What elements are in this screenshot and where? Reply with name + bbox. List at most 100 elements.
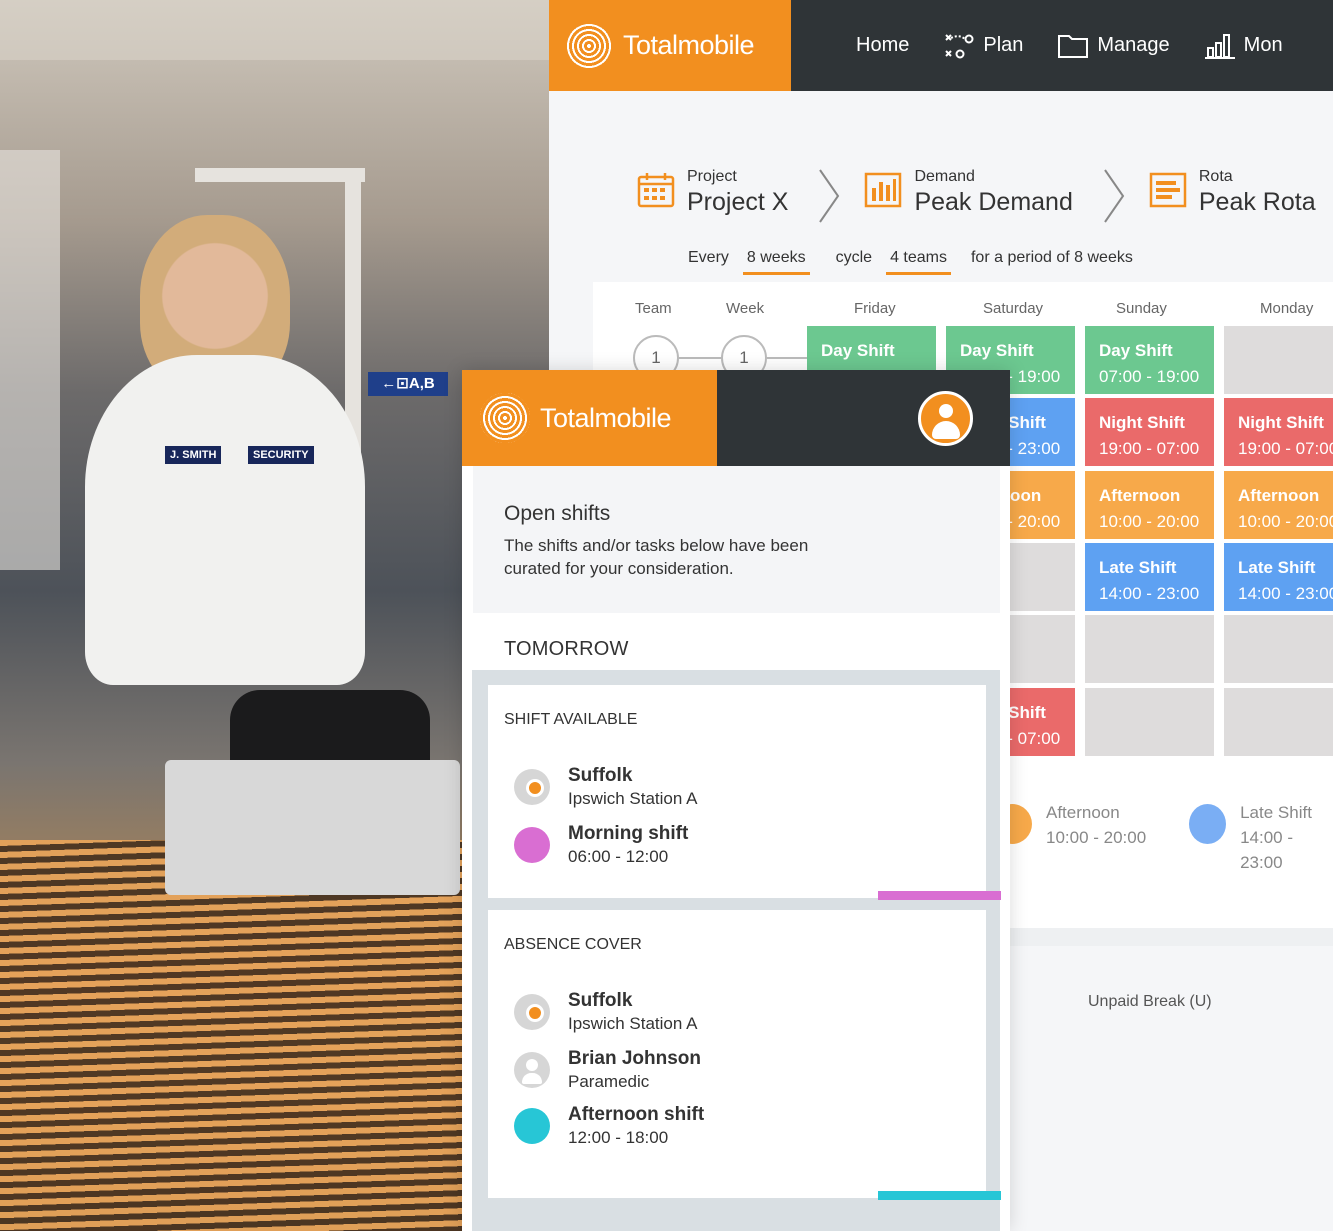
shift-dot-icon: [514, 1108, 550, 1144]
breadcrumb-demand[interactable]: Demand Peak Demand: [864, 168, 1073, 217]
card-color-strip: [878, 891, 1001, 900]
person-role: Paramedic: [568, 1072, 650, 1091]
nav-monitor[interactable]: Mon: [1204, 32, 1283, 60]
shift-time: 06:00 - 12:00: [568, 847, 669, 866]
card-row-shift: Morning shift 06:00 - 12:00: [514, 823, 688, 867]
shift-cell-title: Night Shift: [1238, 413, 1324, 432]
totalmobile-logo-icon: [565, 21, 613, 70]
location-title: Suffolk: [568, 765, 633, 786]
connector-line: [767, 357, 807, 359]
shift-cell-time: 07:00 - 19:00: [1099, 367, 1200, 386]
mobile-logo[interactable]: Totalmobile: [462, 370, 717, 466]
nav-plan-label: Plan: [983, 34, 1024, 56]
shift-cell-time: 19:00 - 07:00: [1238, 439, 1333, 458]
card-row-location: Suffolk Ipswich Station A: [514, 765, 697, 809]
nav-home-label: Home: [856, 34, 910, 56]
plan-icon: [945, 33, 974, 58]
list-icon: [1149, 172, 1187, 208]
shift-time: 12:00 - 18:00: [568, 1128, 669, 1147]
nav-manage[interactable]: Manage: [1057, 32, 1170, 60]
location-pin-icon: [514, 769, 550, 805]
shift-cell[interactable]: Afternoon 10:00 - 20:00: [1085, 471, 1214, 539]
card-row-location: Suffolk Ipswich Station A: [514, 990, 697, 1034]
security-badge: SECURITY: [248, 446, 314, 464]
shift-card-available[interactable]: SHIFT AVAILABLE Suffolk Ipswich Station …: [488, 685, 1001, 900]
chevron-right-icon: [1104, 169, 1125, 223]
shift-cell-time: 19:00 - 07:00: [1099, 439, 1200, 458]
person-name: Brian Johnson: [568, 1048, 702, 1069]
breadcrumb-rota-value: Peak Rota: [1198, 188, 1316, 216]
shift-card-absence-cover[interactable]: ABSENCE COVER Suffolk Ipswich Station A …: [488, 910, 1001, 1200]
nav-manage-label: Manage: [1097, 34, 1170, 56]
breadcrumb-project-value: Project X: [687, 188, 789, 216]
shift-cell[interactable]: Late Shift 14:00 - 23:00: [1224, 543, 1333, 611]
card-heading: ABSENCE COVER: [504, 936, 642, 953]
rota-cycle-settings: Every 8 weeks cycle 4 teams for a period…: [688, 249, 1133, 275]
calendar-icon: [637, 173, 675, 208]
card-row-shift: Afternoon shift 12:00 - 18:00: [514, 1104, 704, 1148]
shift-cell-time: 10:00 - 20:00: [1238, 512, 1333, 531]
shift-cell[interactable]: [1085, 615, 1214, 683]
cycle-label: cycle: [835, 249, 873, 266]
cycle-teams-select[interactable]: 4 teams: [886, 249, 951, 275]
shift-cell-title: Afternoon: [1238, 486, 1320, 505]
legend-late-title: Late Shift: [1240, 803, 1312, 822]
card-row-person: Brian Johnson Paramedic: [514, 1048, 701, 1092]
legend-dot-late-shift: [1189, 804, 1227, 844]
main-nav: Home Plan Manage Mon: [856, 0, 1283, 91]
nav-plan[interactable]: Plan: [943, 32, 1023, 60]
shift-cell[interactable]: Afternoon 10:00 - 20:00: [1224, 471, 1333, 539]
open-shifts-title: Open shifts: [504, 502, 611, 525]
shift-title: Afternoon shift: [568, 1104, 705, 1125]
legend-afternoon-time: 10:00 - 20:00: [1046, 828, 1147, 847]
breadcrumb-rota-label: Rota: [1198, 168, 1233, 185]
shift-cell-title: Day Shift: [821, 341, 895, 360]
avatar-body: [932, 421, 960, 439]
shift-cell[interactable]: Late Shift 14:00 - 23:00: [1085, 543, 1214, 611]
column-header-week: Week: [726, 300, 765, 317]
nav-home[interactable]: Home: [856, 34, 909, 57]
nav-monitor-label: Mon: [1243, 34, 1283, 56]
shift-dot-icon: [514, 827, 550, 863]
breadcrumb-project[interactable]: Project Project X: [637, 168, 788, 217]
legend-afternoon-text: Afternoon 10:00 - 20:00: [1046, 800, 1146, 850]
shift-cell[interactable]: [1085, 688, 1214, 756]
person-icon: [514, 1052, 550, 1088]
bar-chart-icon: [865, 172, 902, 208]
shift-cell[interactable]: Night Shift 19:00 - 07:00: [1085, 398, 1214, 466]
column-header-sunday: Sunday: [1116, 300, 1167, 317]
shift-cell-title: Night Shift: [1099, 413, 1185, 432]
desktop-logo[interactable]: Totalmobile: [549, 0, 791, 91]
user-avatar-icon[interactable]: [918, 391, 973, 446]
folder-icon: [1058, 34, 1089, 58]
cycle-period-label: for a period of 8 weeks: [970, 249, 1133, 266]
section-heading-tomorrow: TOMORROW: [504, 638, 629, 660]
cycle-weeks-select[interactable]: 8 weeks: [742, 249, 810, 275]
shift-cell-title: Late Shift: [1238, 558, 1316, 577]
legend-afternoon: Afternoon 10:00 - 20:00: [992, 800, 1146, 850]
legend-late-time: 14:00 - 23:00: [1240, 828, 1294, 872]
shift-title: Morning shift: [568, 823, 689, 844]
desktop-header: Totalmobile Home Plan Manage Mon: [549, 0, 1333, 91]
mobile-header: Totalmobile: [462, 370, 1010, 466]
shift-cell[interactable]: Night Shift 19:00 - 07:00: [1224, 398, 1333, 466]
column-header-monday: Monday: [1260, 300, 1314, 317]
unpaid-break-label: Unpaid Break (U): [1088, 993, 1212, 1010]
card-heading: SHIFT AVAILABLE: [504, 711, 638, 728]
shift-cell[interactable]: Day Shift 07:00 - 19:00: [1085, 326, 1214, 394]
cycle-every-label: Every: [688, 249, 729, 266]
chevron-right-icon: [819, 169, 840, 223]
brand-name: Totalmobile: [623, 30, 755, 60]
shift-cell[interactable]: [1224, 688, 1333, 756]
shift-cell[interactable]: [1224, 615, 1333, 683]
open-shifts-intro: Open shifts The shifts and/or tasks belo…: [473, 466, 1000, 613]
breadcrumb-project-label: Project: [687, 168, 737, 185]
shift-cell[interactable]: [1224, 326, 1333, 394]
column-header-friday: Friday: [854, 300, 896, 317]
airport-sign: ←⊡A,B: [368, 372, 448, 396]
breadcrumb-rota[interactable]: Rota Peak Rota: [1149, 168, 1316, 217]
shift-cell-title: Afternoon: [1099, 486, 1181, 505]
breadcrumb: Project Project X Demand Peak Demand Rot…: [637, 168, 1316, 224]
card-color-strip: [878, 1191, 1001, 1200]
officer-uniform: [85, 355, 365, 685]
